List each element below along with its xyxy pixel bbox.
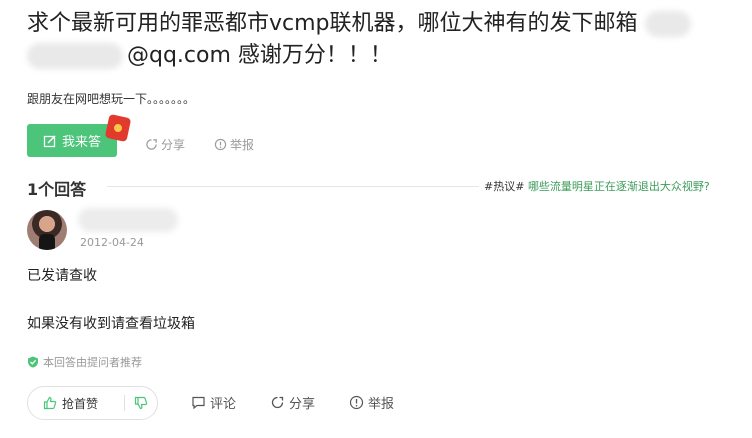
comment-button[interactable]: 评论 (191, 393, 236, 412)
question-title: 求个最新可用的罪恶都市vcmp联机器，哪位大神有的发下邮箱 @qq.com 感谢… (27, 8, 727, 72)
report-button[interactable]: 举报 (214, 136, 254, 153)
question-title-text: 求个最新可用的罪恶都市vcmp联机器，哪位大神有的发下邮箱 (27, 11, 638, 36)
share-icon (146, 139, 157, 150)
shield-check-icon (28, 356, 38, 368)
answer-count: 1个回答 (27, 180, 87, 199)
report-icon (214, 138, 227, 151)
dislike-button[interactable] (125, 387, 157, 419)
red-envelope-icon[interactable] (104, 113, 132, 143)
hot-tag: #热议# (484, 180, 525, 193)
answer-date: 2012-04-24 (80, 236, 144, 249)
like-button[interactable]: 抢首赞 (28, 387, 124, 419)
share-icon (271, 396, 284, 409)
comment-icon (192, 396, 205, 410)
answer-share-button[interactable]: 分享 (270, 393, 315, 412)
answer-text-line-1: 已发请查收 (27, 268, 97, 284)
report-label: 举报 (230, 138, 255, 152)
question-title-text-2: @qq.com 感谢万分！！！ (127, 43, 392, 68)
answer-button[interactable]: 我来答 (27, 124, 117, 157)
hot-topic: 哪些流量明星正在逐渐退出大众视野? (527, 180, 710, 193)
blurred-username[interactable] (78, 208, 178, 232)
report-icon (349, 395, 364, 410)
edit-icon (43, 134, 56, 147)
blurred-email-prefix (644, 11, 691, 37)
avatar[interactable] (27, 210, 67, 250)
comment-label: 评论 (210, 397, 237, 412)
answer-text-line-2: 如果没有收到请查看垃圾箱 (27, 316, 195, 332)
hot-topic-link[interactable]: #热议# 哪些流量明星正在逐渐退出大众视野? (484, 178, 710, 194)
blurred-email-local (27, 43, 123, 69)
thumbs-up-icon (43, 396, 57, 410)
answer-report-label: 举报 (368, 397, 395, 412)
answer-share-label: 分享 (289, 397, 316, 412)
recommended-badge: 本回答由提问者推荐 (27, 354, 142, 370)
recommend-label: 本回答由提问者推荐 (43, 356, 142, 369)
like-label: 抢首赞 (62, 396, 99, 411)
answer-button-label: 我来答 (61, 135, 101, 150)
thumbs-down-icon (134, 396, 148, 410)
share-button[interactable]: 分享 (145, 136, 185, 153)
vote-control: 抢首赞 (27, 386, 158, 420)
question-description: 跟朋友在网吧想玩一下。。。。。。。 (27, 92, 196, 106)
share-label: 分享 (161, 138, 186, 152)
answer-report-button[interactable]: 举报 (349, 393, 394, 412)
divider (107, 186, 479, 187)
